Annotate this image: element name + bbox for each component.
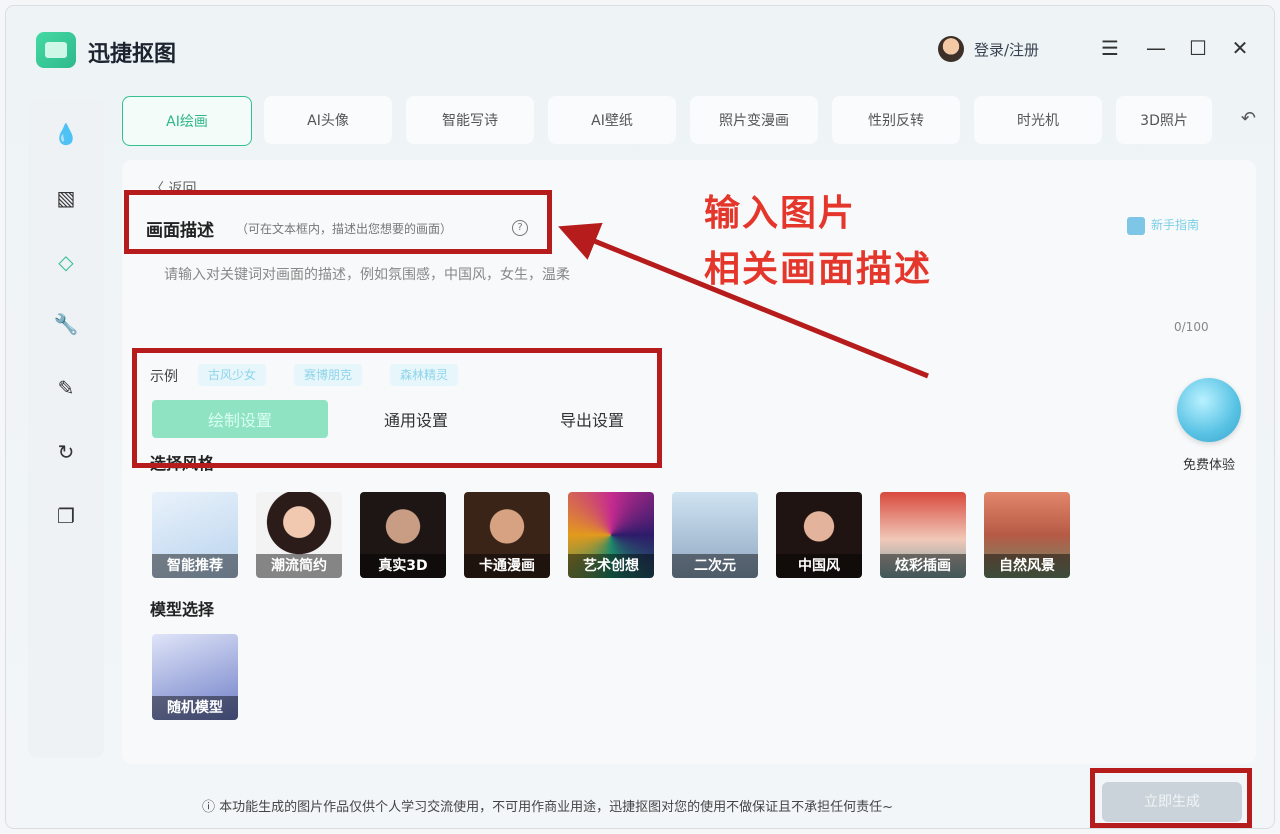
style-thumb[interactable]: 真实3D xyxy=(360,492,446,578)
model-name: 随机模型 xyxy=(152,696,238,720)
annotation-box-generate xyxy=(1090,768,1252,828)
tab-gender-swap[interactable]: 性别反转 xyxy=(832,96,960,144)
undo-icon[interactable]: ↶ xyxy=(1241,108,1256,129)
login-register-link[interactable]: 登录/注册 xyxy=(974,39,1039,60)
annotation-line-2: 相关画面描述 xyxy=(704,249,933,290)
style-thumb[interactable]: 中国风 xyxy=(776,492,862,578)
tab-ai-avatar[interactable]: AI头像 xyxy=(264,96,392,144)
style-name: 二次元 xyxy=(672,554,758,578)
layers-icon[interactable]: ❐ xyxy=(52,502,80,530)
disclaimer: ⓘ 本功能生成的图片作品仅供个人学习交流使用，不可用作商业用途，迅捷抠图对您的使… xyxy=(202,800,894,815)
annotation-box-examples xyxy=(132,348,662,468)
close-icon[interactable]: ✕ xyxy=(1228,36,1252,60)
tab-ai-paint[interactable]: AI绘画 xyxy=(122,96,252,146)
style-name: 真实3D xyxy=(360,554,446,578)
free-trial-label: 免费体验 xyxy=(1182,458,1235,473)
style-name: 中国风 xyxy=(776,554,862,578)
tab-smart-poem[interactable]: 智能写诗 xyxy=(406,96,534,144)
style-thumb[interactable]: 艺术创想 xyxy=(568,492,654,578)
style-name: 潮流简约 xyxy=(256,554,342,578)
style-thumb[interactable]: 智能推荐 xyxy=(152,492,238,578)
tab-time-machine[interactable]: 时光机 xyxy=(974,96,1102,144)
convert-icon[interactable]: ↻ xyxy=(52,438,80,466)
style-name: 卡通漫画 xyxy=(464,554,550,578)
book-icon xyxy=(1127,216,1145,235)
style-thumb[interactable]: 卡通漫画 xyxy=(464,492,550,578)
tab-ai-wallpaper[interactable]: AI壁纸 xyxy=(548,96,676,144)
wrench-icon[interactable]: 🔧 xyxy=(52,310,80,338)
style-thumb[interactable]: 炫彩插画 xyxy=(880,492,966,578)
annotation-box-description xyxy=(124,190,552,254)
app-title: 迅捷抠图 xyxy=(88,42,177,67)
ai-paint-icon[interactable]: ◇ xyxy=(52,248,80,276)
annotation-line-1: 输入图片 xyxy=(704,193,857,234)
description-input[interactable]: 请输入对关键词对画面的描述，例如氛围感，中国风，女生，温柔 xyxy=(164,264,570,284)
tab-photo-to-comic[interactable]: 照片变漫画 xyxy=(690,96,818,144)
app-logo-icon xyxy=(36,32,76,68)
title-bar: 迅捷抠图 登录/注册 ☰ — ☐ ✕ xyxy=(6,6,1274,92)
style-name: 炫彩插画 xyxy=(880,554,966,578)
edit-image-icon[interactable]: ▧ xyxy=(52,184,80,212)
drop-icon[interactable]: 💧 xyxy=(52,120,80,148)
maximize-icon[interactable]: ☐ xyxy=(1186,36,1210,60)
free-trial[interactable]: 免费体验 xyxy=(1174,378,1244,473)
style-thumb[interactable]: 潮流简约 xyxy=(256,492,342,578)
tab-3d-photo[interactable]: 3D照片 xyxy=(1116,96,1212,144)
footer: ⓘ 本功能生成的图片作品仅供个人学习交流使用，不可用作商业用途，迅捷抠图对您的使… xyxy=(6,770,1274,828)
avatar[interactable] xyxy=(938,36,964,62)
brush-icon xyxy=(1177,378,1241,442)
style-name: 艺术创想 xyxy=(568,554,654,578)
char-counter: 0/100 xyxy=(1174,320,1209,334)
style-thumb[interactable]: 自然风景 xyxy=(984,492,1070,578)
minimize-icon[interactable]: — xyxy=(1144,36,1168,60)
model-thumb[interactable]: 随机模型 xyxy=(152,634,238,720)
style-name: 自然风景 xyxy=(984,554,1070,578)
sidebar: 💧 ▧ ◇ 🔧 ✎ ↻ ❐ xyxy=(28,98,104,758)
menu-icon[interactable]: ☰ xyxy=(1098,36,1122,60)
pencil-icon[interactable]: ✎ xyxy=(52,374,80,402)
style-thumb[interactable]: 二次元 xyxy=(672,492,758,578)
guide-link[interactable]: 新手指南 xyxy=(1127,216,1199,235)
model-label: 模型选择 xyxy=(150,600,215,619)
guide-label: 新手指南 xyxy=(1151,218,1200,232)
style-name: 智能推荐 xyxy=(152,554,238,578)
feature-tabs: AI绘画 AI头像 智能写诗 AI壁纸 照片变漫画 性别反转 时光机 3D照片 … xyxy=(122,96,1256,148)
